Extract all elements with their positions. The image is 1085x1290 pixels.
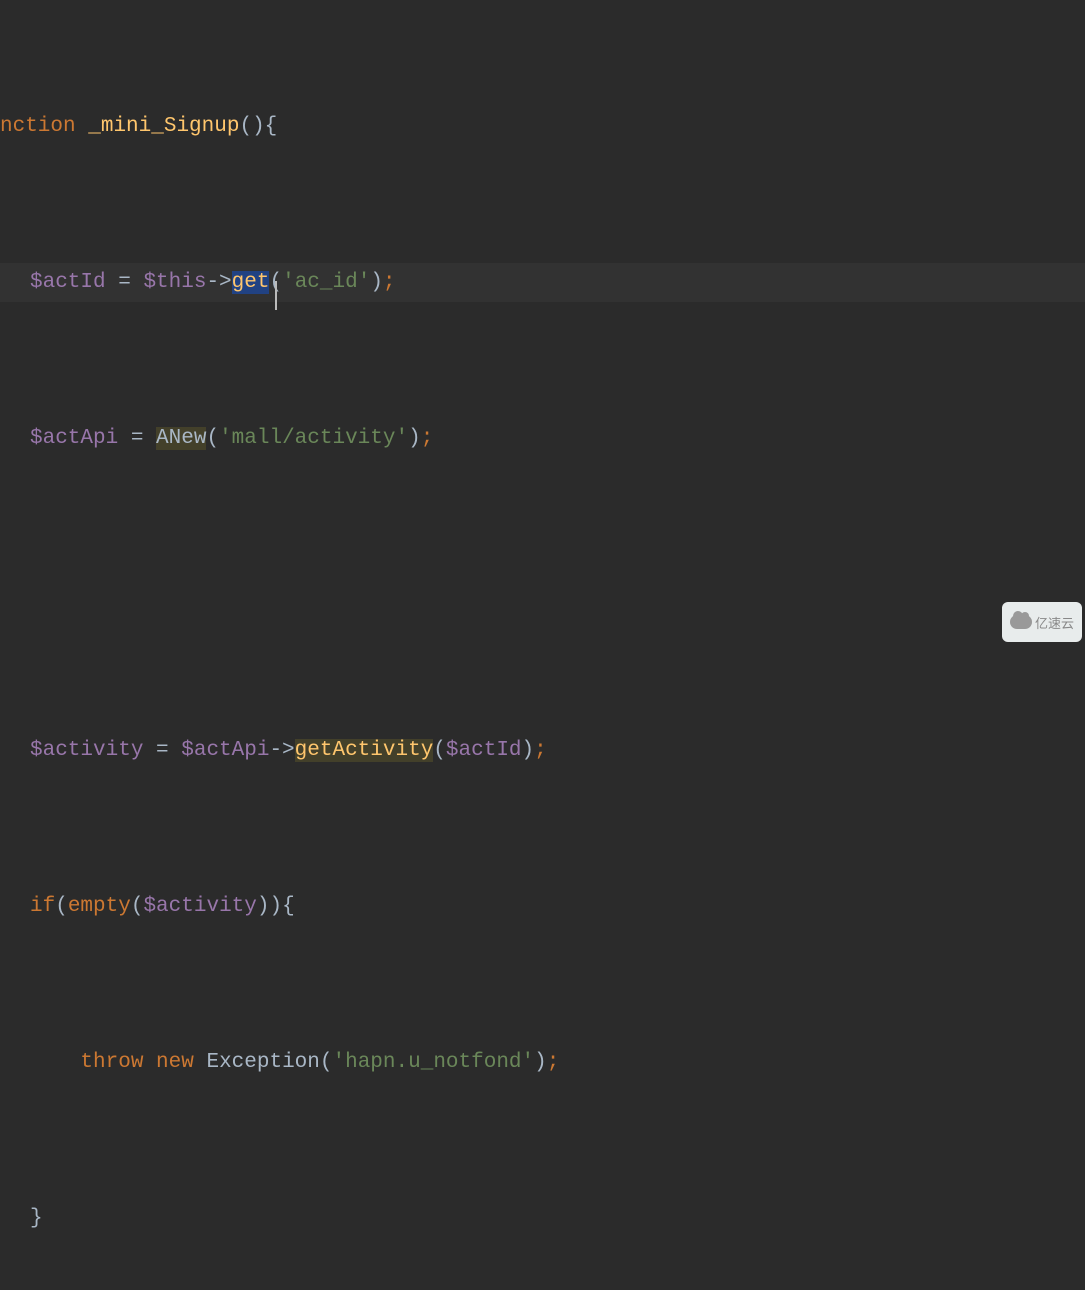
code-line-active[interactable]: $actId = $this->get('ac_id'); — [0, 263, 1085, 302]
variable: $actId — [30, 271, 106, 294]
code-line[interactable]: nction _mini_Signup(){ — [0, 107, 1085, 146]
watermark-logo: 亿速云 — [1002, 602, 1082, 642]
watermark-text: 亿速云 — [1035, 613, 1074, 632]
code-line[interactable]: $actApi = ANew('mall/activity'); — [0, 419, 1085, 458]
keyword: nction — [0, 115, 76, 138]
code-line[interactable]: } — [0, 1199, 1085, 1238]
highlight: getActivity — [295, 739, 434, 762]
code-line-empty[interactable] — [0, 575, 1085, 614]
code-line[interactable]: if(empty($activity)){ — [0, 887, 1085, 926]
code-line[interactable]: $activity = $actApi->getActivity($actId)… — [0, 731, 1085, 770]
highlight: ANew — [156, 427, 206, 450]
cloud-icon — [1010, 615, 1032, 629]
code-line[interactable]: throw new Exception('hapn.u_notfond'); — [0, 1043, 1085, 1082]
code-editor[interactable]: nction _mini_Signup(){ $actId = $this->g… — [0, 0, 1085, 1290]
selection: get — [232, 271, 270, 294]
cursor — [275, 281, 277, 310]
function-name: _mini_Signup — [88, 115, 239, 138]
